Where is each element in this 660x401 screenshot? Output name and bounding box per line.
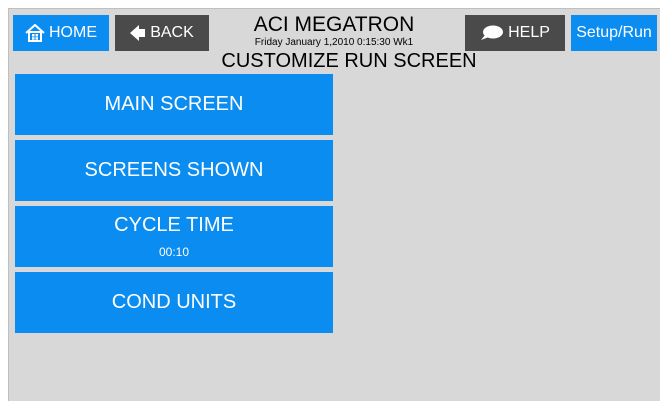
screens-shown-button[interactable]: SCREENS SHOWN xyxy=(15,140,333,201)
cycle-time-button[interactable]: CYCLE TIME 00:10 xyxy=(15,206,333,267)
back-button[interactable]: BACK xyxy=(115,15,209,51)
home-label: HOME xyxy=(49,24,97,41)
speech-bubble-icon xyxy=(480,25,504,41)
help-button[interactable]: HELP xyxy=(465,15,565,51)
home-button[interactable]: HOME xyxy=(13,15,109,51)
setup-run-button[interactable]: Setup/Run xyxy=(571,15,657,51)
app-title: ACI MEGATRON xyxy=(253,13,415,36)
main-screen-button[interactable]: MAIN SCREEN xyxy=(15,74,333,135)
left-arrow-icon xyxy=(130,24,146,42)
datetime-display: Friday January 1,2010 0:15:30 Wk1 xyxy=(254,37,414,48)
cycle-time-label: CYCLE TIME xyxy=(114,214,234,236)
back-label: BACK xyxy=(150,24,194,41)
cycle-time-value: 00:10 xyxy=(158,245,190,259)
house-icon xyxy=(25,24,45,42)
help-label: HELP xyxy=(508,24,550,41)
hmi-screen: HOME BACK ACI MEGATRON Friday January 1,… xyxy=(8,8,660,401)
main-screen-label: MAIN SCREEN xyxy=(104,93,244,115)
screens-shown-label: SCREENS SHOWN xyxy=(84,159,264,181)
cond-units-label: COND UNITS xyxy=(111,291,237,313)
cond-units-button[interactable]: COND UNITS xyxy=(15,272,333,333)
page-subtitle: CUSTOMIZE RUN SCREEN xyxy=(221,50,477,72)
